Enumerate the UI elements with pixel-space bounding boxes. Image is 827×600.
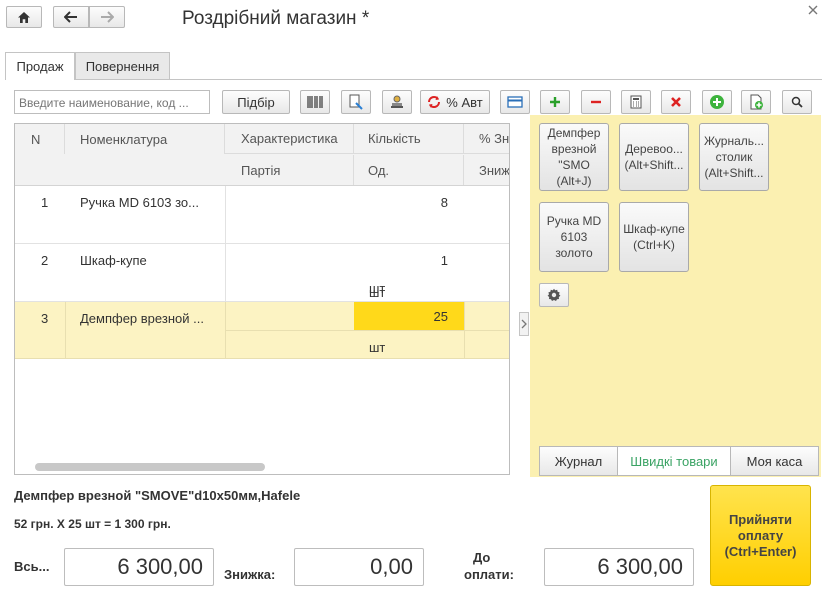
quick-settings-button[interactable]	[539, 283, 569, 307]
close-icon[interactable]	[807, 4, 821, 18]
side-tab-journal[interactable]: Журнал	[539, 446, 618, 476]
chevron-right-icon	[521, 319, 527, 329]
tab-return[interactable]: Повернення	[75, 52, 170, 79]
col-header-characteristic[interactable]: Характеристика	[225, 124, 354, 154]
col-divider	[225, 244, 226, 302]
stamp-button[interactable]	[382, 90, 412, 114]
side-tab-cashbox-label: Моя каса	[746, 453, 803, 469]
tab-return-label: Повернення	[85, 58, 160, 74]
table-row[interactable]: 2 Шкаф-купе 1	[15, 244, 509, 302]
stamp-icon	[391, 95, 403, 108]
magnifier-icon	[791, 96, 803, 108]
plus-icon	[550, 97, 560, 107]
row-unit: шт	[369, 339, 386, 355]
quick-item-handle[interactable]: Ручка MD 6103 золото	[539, 202, 609, 272]
auto-discount-label: % Авт	[446, 94, 483, 110]
table-row[interactable]: 1 Ручка MD 6103 зо... 8 шт	[15, 186, 509, 300]
add-row-button[interactable]	[540, 90, 570, 114]
col-header-nomenclature[interactable]: Номенклатура	[65, 124, 225, 154]
total-field[interactable]: 6 300,00	[64, 548, 214, 586]
new-document-button[interactable]	[741, 90, 771, 114]
row-divider	[225, 330, 509, 331]
side-tab-journal-label: Журнал	[554, 453, 603, 469]
col-divider	[225, 186, 226, 244]
discount-label: Знижка:	[224, 567, 276, 582]
pay-label-line1: До	[473, 550, 491, 565]
col-header-unit[interactable]: Од.	[354, 155, 464, 185]
row-unit: шт	[369, 280, 386, 296]
col-divider	[65, 302, 66, 359]
selected-item-calc: 52 грн. X 25 шт = 1 300 грн.	[14, 517, 171, 531]
search-field[interactable]	[17, 92, 211, 114]
col-header-quantity[interactable]: Кількість	[354, 124, 464, 154]
credit-card-icon	[507, 96, 523, 108]
search-input[interactable]	[14, 90, 211, 114]
row-name: Демпфер врезной ...	[80, 310, 204, 326]
calculator-icon	[630, 95, 642, 109]
quick-item-damper[interactable]: Демпфер врезной "SMO (Alt+J)	[539, 123, 609, 191]
arrow-right-icon	[101, 11, 114, 23]
document-scan-icon	[349, 94, 363, 110]
scales-button[interactable]	[341, 90, 371, 114]
red-x-icon	[671, 97, 681, 107]
discount-field[interactable]: 0,00	[294, 548, 424, 586]
accept-payment-button[interactable]: Прийняти оплату (Ctrl+Enter)	[710, 485, 811, 586]
accept-payment-label: Прийняти оплату (Ctrl+Enter)	[724, 511, 797, 559]
forward-button[interactable]	[89, 6, 125, 28]
row-quantity[interactable]: 8	[354, 194, 448, 210]
pick-button-label: Підбір	[237, 94, 275, 110]
home-icon	[18, 11, 30, 23]
horizontal-scrollbar[interactable]	[35, 463, 265, 471]
minus-icon	[591, 100, 601, 104]
card-button[interactable]	[500, 90, 530, 114]
row-name: Ручка MD 6103 зо...	[80, 194, 199, 210]
col-header-discount-pct[interactable]: % Зн	[464, 124, 509, 154]
col-header-n[interactable]: N	[15, 124, 65, 154]
side-tab-quick-items-label: Швидкі товари	[630, 453, 718, 469]
row-name: Шкаф-купе	[80, 252, 147, 268]
pay-label-line2: оплати:	[464, 567, 514, 582]
remove-row-button[interactable]	[581, 90, 611, 114]
pick-button[interactable]: Підбір	[222, 90, 290, 114]
green-plus-circle-icon	[710, 95, 724, 109]
home-button[interactable]	[6, 6, 42, 28]
add-circle-button[interactable]	[702, 90, 732, 114]
col-divider	[464, 302, 465, 359]
items-table: N Номенклатура Характеристика Кількість …	[14, 123, 510, 475]
arrow-left-icon	[64, 11, 77, 23]
table-row-selected[interactable]: 3 Демпфер врезной ... 25	[15, 302, 509, 359]
auto-discount-button[interactable]: % Авт	[420, 90, 490, 114]
row-quantity[interactable]: 25	[354, 308, 448, 324]
side-tab-cashbox[interactable]: Моя каса	[731, 446, 819, 476]
side-tab-quick-items[interactable]: Швидкі товари	[618, 446, 731, 476]
row-quantity[interactable]: 1	[354, 252, 448, 268]
tab-sale[interactable]: Продаж	[5, 52, 75, 80]
row-number: 2	[41, 252, 49, 268]
delete-button[interactable]	[661, 90, 691, 114]
row-number: 1	[41, 194, 49, 210]
barcode-button[interactable]	[300, 90, 330, 114]
table-header: N Номенклатура Характеристика Кількість …	[15, 124, 509, 186]
gear-icon	[547, 288, 561, 301]
search-button[interactable]	[782, 90, 812, 114]
barcode-icon	[307, 96, 323, 108]
window-title: Роздрібний магазин *	[182, 8, 370, 29]
total-label: Всь...	[14, 559, 50, 574]
quick-item-table[interactable]: Журналь... столик (Alt+Shift...	[699, 123, 769, 191]
pay-field[interactable]: 6 300,00	[544, 548, 694, 586]
row-number: 3	[41, 310, 49, 326]
tab-sale-label: Продаж	[16, 59, 64, 74]
selected-item-name: Демпфер врезной "SMOVE"d10x50мм,Hafele	[14, 488, 301, 503]
col-header-discount[interactable]: Зниж	[464, 155, 509, 185]
refresh-icon	[428, 96, 441, 108]
quick-item-wood[interactable]: Деревоо... (Alt+Shift...	[619, 123, 689, 191]
col-header-batch[interactable]: Партія	[225, 155, 354, 185]
document-add-icon	[750, 94, 763, 110]
quick-item-wardrobe[interactable]: Шкаф-купе (Ctrl+K)	[619, 202, 689, 272]
calculator-button[interactable]	[621, 90, 651, 114]
panel-toggle[interactable]	[519, 312, 529, 336]
back-button[interactable]	[53, 6, 89, 28]
